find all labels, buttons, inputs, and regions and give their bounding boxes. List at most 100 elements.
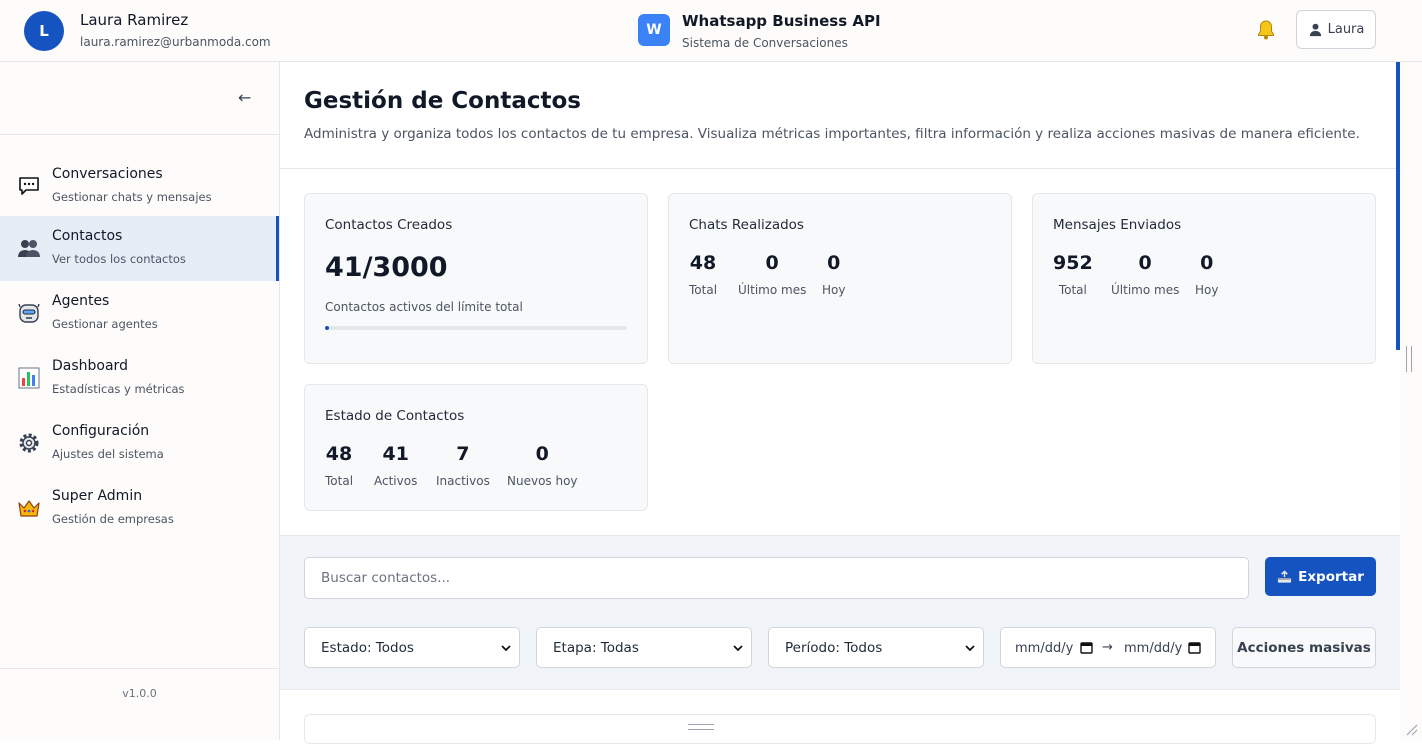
- scrollbar-track[interactable]: [1400, 62, 1422, 740]
- sidebar-item-title: Conversaciones: [52, 166, 163, 182]
- page-title: Gestión de Contactos: [304, 88, 581, 114]
- sidebar-item-subtitle: Gestionar agentes: [52, 317, 158, 331]
- stat-value: 0: [535, 443, 549, 465]
- bulk-actions-button[interactable]: Acciones masivas: [1232, 627, 1376, 668]
- periodo-select[interactable]: Período: Todos: [768, 627, 984, 668]
- sidebar-item-conversaciones[interactable]: Conversaciones Gestionar chats y mensaje…: [0, 154, 279, 219]
- account-button[interactable]: Laura: [1296, 10, 1376, 49]
- stat-label: Hoy: [822, 283, 846, 297]
- sidebar-item-title: Super Admin: [52, 488, 143, 504]
- stat-last-month: 0 Último mes: [1111, 252, 1179, 297]
- date-from-input[interactable]: mm/dd/y: [1015, 641, 1073, 656]
- robot-agent-icon: [18, 303, 40, 323]
- calendar-icon[interactable]: [1080, 641, 1093, 654]
- stat-today: 0 Hoy: [1195, 252, 1218, 297]
- stat-label: Último mes: [738, 283, 807, 297]
- card-title: Mensajes Enviados: [1053, 217, 1182, 233]
- contacts-progress-fill: [325, 326, 330, 330]
- estado-select[interactable]: Estado: Todos: [304, 627, 520, 668]
- account-label: Laura: [1327, 22, 1365, 37]
- stat-label: Total: [689, 283, 718, 297]
- app-subtitle: Sistema de Conversaciones: [682, 36, 848, 50]
- sidebar-item-subtitle: Gestionar chats y mensajes: [52, 190, 212, 204]
- sidebar-item-contactos[interactable]: Contactos Ver todos los contactos: [0, 216, 279, 281]
- stat-total: 48 Total: [689, 252, 717, 297]
- card-title: Chats Realizados: [689, 217, 804, 233]
- chevron-down-icon: [501, 645, 511, 652]
- user-email: laura.ramirez@urbanmoda.com: [80, 35, 271, 49]
- sidebar-item-super-admin[interactable]: Super Admin Gestión de empresas: [0, 476, 279, 541]
- user-avatar[interactable]: L: [24, 11, 64, 51]
- contacts-usage-caption: Contactos activos del límite total: [325, 300, 523, 314]
- sidebar-item-dashboard[interactable]: Dashboard Estadísticas y métricas: [0, 346, 279, 411]
- export-label: Exportar: [1298, 568, 1364, 585]
- sidebar-item-subtitle: Gestión de empresas: [52, 512, 174, 526]
- panel-resize-grip[interactable]: [688, 724, 714, 730]
- stat-value: 0: [1138, 252, 1152, 274]
- sidebar-item-title: Contactos: [52, 228, 123, 244]
- scrollbar-thumb[interactable]: [1396, 62, 1400, 350]
- sidebar-divider: [0, 134, 279, 135]
- search-input[interactable]: Buscar contactos...: [304, 557, 1249, 599]
- stat-total: 952 Total: [1053, 252, 1093, 297]
- app-logo: W: [638, 14, 670, 46]
- scroll-grip-handle[interactable]: [1406, 346, 1412, 372]
- app-title: Whatsapp Business API: [682, 12, 881, 30]
- sidebar-item-configuracion[interactable]: Configuración Ajustes del sistema: [0, 411, 279, 476]
- date-range-arrow: →: [1102, 640, 1113, 655]
- export-button[interactable]: Exportar: [1265, 557, 1376, 596]
- stat-value: 48: [689, 252, 717, 274]
- page-description: Administra y organiza todos los contacto…: [304, 126, 1360, 142]
- card-title: Contactos Creados: [325, 217, 453, 233]
- stat-value: 0: [1200, 252, 1214, 274]
- stat-last-month: 0 Último mes: [738, 252, 806, 297]
- stat-active: 41 Activos: [374, 443, 417, 488]
- stat-label: Nuevos hoy: [507, 474, 578, 488]
- date-to-input[interactable]: mm/dd/y: [1124, 641, 1182, 656]
- chevron-down-icon: [965, 645, 975, 652]
- stat-label: Hoy: [1195, 283, 1219, 297]
- stat-value: 48: [325, 443, 353, 465]
- date-range: mm/dd/y → mm/dd/y: [1000, 627, 1216, 668]
- stat-label: Total: [325, 474, 354, 488]
- sidebar-item-subtitle: Ajustes del sistema: [52, 447, 164, 461]
- user-name: Laura Ramirez: [80, 11, 189, 29]
- people-icon: [18, 240, 40, 257]
- stat-new-today: 0 Nuevos hoy: [507, 443, 578, 488]
- top-bar: L Laura Ramirez laura.ramirez@urbanmoda.…: [0, 0, 1422, 62]
- sidebar-item-title: Configuración: [52, 423, 150, 439]
- stat-value: 0: [765, 252, 779, 274]
- stat-total: 48 Total: [325, 443, 353, 488]
- periodo-select-value: Período: Todos: [785, 639, 883, 656]
- sidebar-item-subtitle: Ver todos los contactos: [52, 252, 186, 266]
- resize-corner-icon[interactable]: [1404, 722, 1418, 736]
- contacts-progress-bar: [325, 326, 627, 330]
- export-tray-icon: [1278, 569, 1292, 583]
- chevron-down-icon: [733, 645, 743, 652]
- etapa-select-value: Etapa: Todas: [553, 639, 639, 656]
- card-title: Estado de Contactos: [325, 408, 465, 424]
- user-icon: [1309, 23, 1321, 37]
- stat-inactive: 7 Inactivos: [436, 443, 490, 488]
- etapa-select[interactable]: Etapa: Todas: [536, 627, 752, 668]
- sidebar-item-agentes[interactable]: Agentes Gestionar agentes: [0, 281, 279, 346]
- stat-label: Inactivos: [436, 474, 490, 488]
- card-chats-realizados: Chats Realizados 48 Total 0 Último mes 0…: [668, 193, 1012, 364]
- stat-value: 952: [1053, 252, 1093, 274]
- bell-icon[interactable]: [1254, 18, 1278, 42]
- contacts-usage-value: 41/3000: [325, 252, 448, 283]
- stat-today: 0 Hoy: [822, 252, 845, 297]
- sidebar-footer-divider: [0, 668, 279, 669]
- stat-value: 0: [827, 252, 841, 274]
- card-estado-contactos: Estado de Contactos 48 Total 41 Activos …: [304, 384, 648, 511]
- calendar-icon[interactable]: [1188, 641, 1201, 654]
- card-mensajes-enviados: Mensajes Enviados 952 Total 0 Último mes…: [1032, 193, 1376, 364]
- estado-select-value: Estado: Todos: [321, 639, 414, 656]
- app-version: v1.0.0: [122, 687, 157, 700]
- sidebar: ← Conversaciones Gestionar chats y mensa…: [0, 62, 280, 740]
- main-content: Gestión de Contactos Administra y organi…: [280, 62, 1400, 744]
- collapse-arrow-icon[interactable]: ←: [238, 88, 251, 107]
- card-contactos-creados: Contactos Creados 41/3000 Contactos acti…: [304, 193, 648, 364]
- sidebar-item-title: Agentes: [52, 293, 110, 309]
- sidebar-item-subtitle: Estadísticas y métricas: [52, 382, 185, 396]
